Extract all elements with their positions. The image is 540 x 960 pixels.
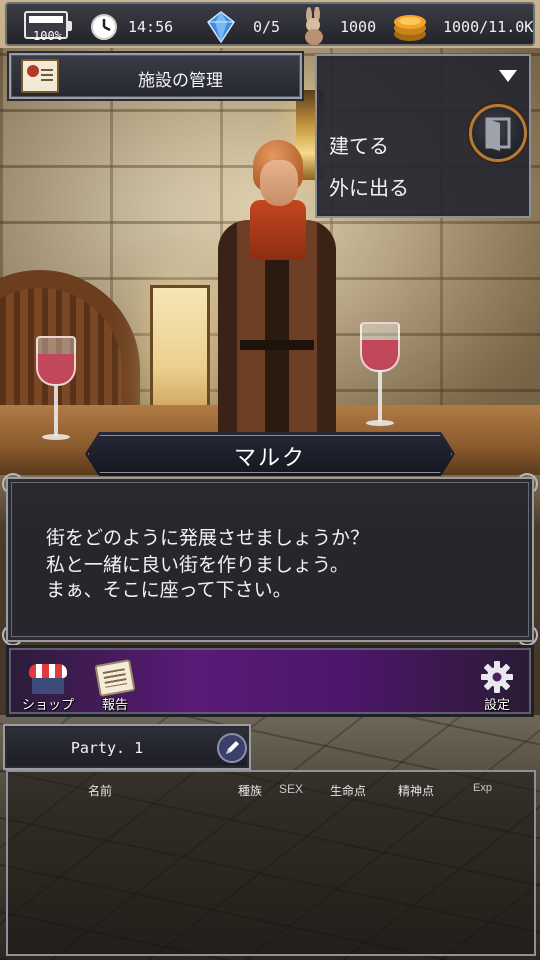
rabbit-icon xyxy=(305,7,323,45)
frame-ornament xyxy=(2,473,24,495)
speaker-name: マルク xyxy=(233,446,306,471)
speaker-name-plate: マルク xyxy=(85,432,455,476)
facility-title: 施設の管理 xyxy=(138,71,223,91)
column-header-race: 種族 xyxy=(238,784,263,798)
column-header-exp: Exp xyxy=(473,782,492,794)
column-header-mp: 精神点 xyxy=(398,784,435,798)
shop-label: ショップ xyxy=(21,698,74,713)
gold-coin-icon xyxy=(394,15,426,41)
gem-icon xyxy=(207,11,235,43)
party-name: Party. 1 xyxy=(70,739,144,757)
wine-glass-left xyxy=(36,336,76,446)
settings-label: 設定 xyxy=(483,698,510,713)
gold-amount: 1000/11.0K xyxy=(443,18,534,36)
action-menu: 建てる 外に出る xyxy=(315,54,531,218)
pencil-icon xyxy=(226,741,239,754)
battery-level: 100% xyxy=(33,29,62,43)
column-header-name: 名前 xyxy=(88,784,113,798)
status-bar: 100% 14:56 0/5 1000 1000/11.0K xyxy=(5,2,535,46)
menu-item-go-outside[interactable]: 外に出る xyxy=(329,172,409,201)
clock-time: 14:56 xyxy=(128,18,174,36)
edit-party-button[interactable] xyxy=(217,733,247,763)
report-label: 報告 xyxy=(101,698,128,713)
gem-count: 0/5 xyxy=(253,18,281,36)
frame-ornament xyxy=(516,624,538,646)
dialogue-box[interactable]: 街をどのように発展させましょうか？ 私と一緒に良い街を作りましょう。 まぁ、そこ… xyxy=(2,473,538,646)
party-selector[interactable]: Party. 1 xyxy=(3,724,251,770)
rabbit-count: 1000 xyxy=(340,18,377,36)
action-bar: ショップ 報告 設定 xyxy=(6,645,534,717)
chevron-down-icon[interactable] xyxy=(499,70,517,82)
dialogue-line: まぁ、そこに座って下さい。 xyxy=(46,579,292,601)
door-icon xyxy=(485,117,511,151)
menu-item-build[interactable]: 建てる xyxy=(329,130,389,159)
report-scroll-icon xyxy=(94,659,136,697)
shop-icon xyxy=(29,664,67,694)
shop-button[interactable]: ショップ xyxy=(13,658,83,714)
frame-ornament xyxy=(516,473,538,495)
facility-management-header[interactable]: 施設の管理 xyxy=(7,51,304,101)
column-header-sex: SEX xyxy=(279,782,304,796)
scroll-icon xyxy=(21,59,59,93)
gear-icon xyxy=(481,661,513,693)
settings-button[interactable]: 設定 xyxy=(467,658,527,714)
dialogue-line: 私と一緒に良い街を作りましょう。 xyxy=(46,554,349,576)
lantern xyxy=(150,285,210,425)
column-header-hp: 生命点 xyxy=(330,784,367,798)
report-button[interactable]: 報告 xyxy=(85,658,145,714)
clock-icon xyxy=(91,14,117,40)
frame-ornament xyxy=(2,624,24,646)
exit-door-button[interactable] xyxy=(469,104,527,162)
dialogue-line: 街をどのように発展させましょうか？ xyxy=(46,527,370,549)
wine-glass-right xyxy=(360,322,400,432)
party-member-table: 名前 種族 SEX 生命点 精神点 Exp xyxy=(6,770,536,956)
